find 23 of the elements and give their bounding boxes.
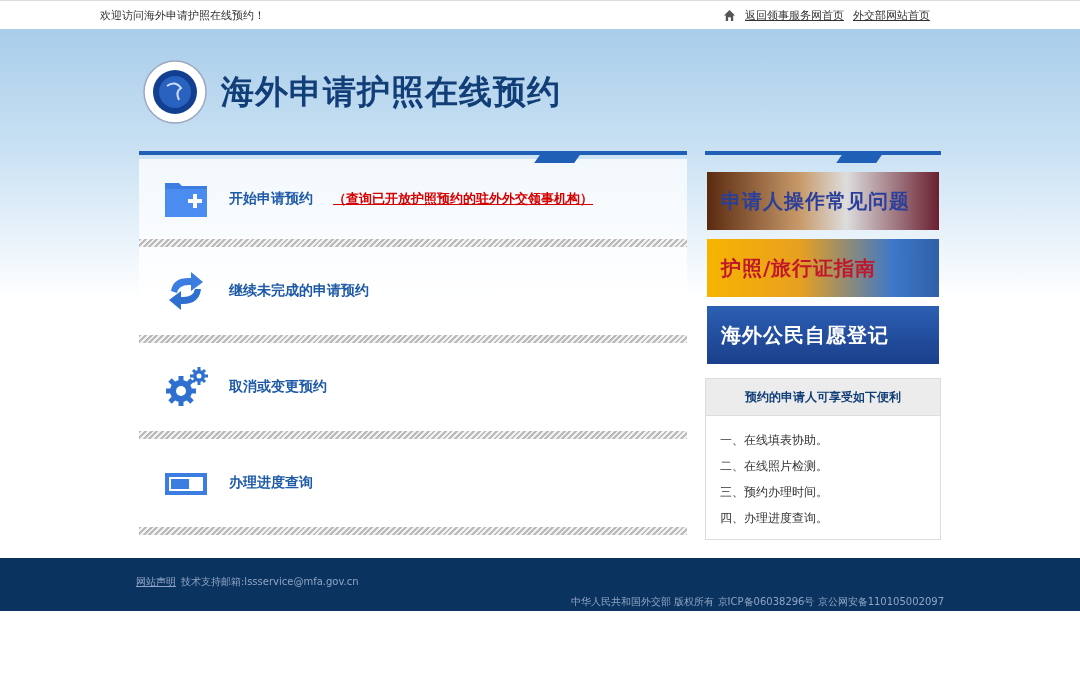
institutions-link[interactable]: （查询已开放护照预约的驻外外交领事机构） (333, 190, 593, 208)
top-nav-link[interactable]: 返回领事服务网首页 (745, 7, 844, 23)
benefits-title: 预约的申请人可享受如下便利 (706, 379, 940, 416)
emblem-logo (143, 60, 207, 124)
benefit-item: 二、在线照片检测。 (720, 458, 829, 475)
benefit-item: 三、预约办理时间。 (720, 484, 829, 501)
benefit-item: 四、办理进度查询。 (720, 510, 829, 527)
statement-link[interactable]: 网站声明 (136, 575, 176, 589)
copyright-text: 中华人民共和国外交部 版权所有 京ICP备06038296号 京公网安备110105002097 (571, 595, 944, 609)
welcome-text: 欢迎访问海外申请护照在线预约！ (100, 7, 265, 23)
site-title: 海外申请护照在线预约 (221, 70, 561, 113)
action-link[interactable]: 取消或变更预约 (229, 378, 327, 396)
panel-tab-shape (836, 155, 882, 163)
benefit-item: 一、在线填表协助。 (720, 432, 829, 449)
gears-icon[interactable] (163, 365, 209, 409)
action-link[interactable]: 办理进度查询 (229, 474, 313, 492)
action-link[interactable]: 开始申请预约 (229, 190, 313, 208)
home-icon[interactable] (723, 8, 736, 22)
support-email-text: 技术支持邮箱:lssservice@mfa.gov.cn (181, 575, 359, 589)
top-nav-link[interactable]: 外交部网站首页 (853, 7, 930, 23)
action-link[interactable]: 继续未完成的申请预约 (229, 282, 369, 300)
promo-banner[interactable]: 海外公民自愿登记 (707, 306, 939, 364)
panel-tab-shape (534, 155, 580, 163)
